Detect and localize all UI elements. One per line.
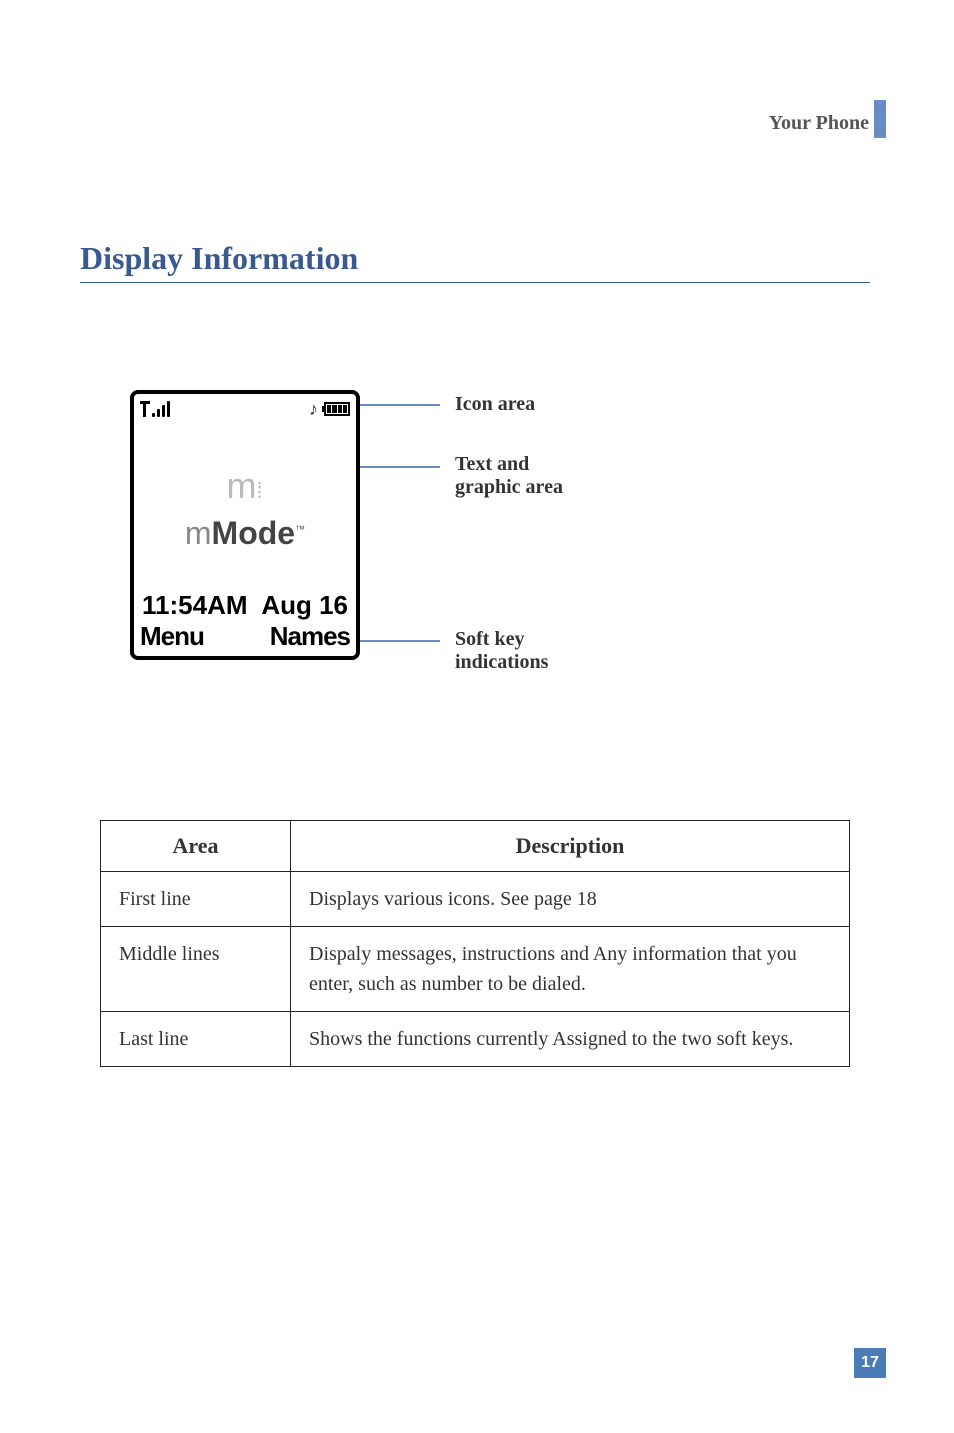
table-cell-area: Middle lines <box>101 927 291 1012</box>
table-header-row: Area Description <box>101 821 850 872</box>
table-row: First line Displays various icons. See p… <box>101 872 850 927</box>
table-row: Last line Shows the functions currently … <box>101 1012 850 1067</box>
table-cell-area: First line <box>101 872 291 927</box>
table-row: Middle lines Dispaly messages, instructi… <box>101 927 850 1012</box>
right-icon-group: ♪ <box>309 399 350 420</box>
icon-area-row: ♪ <box>134 394 356 426</box>
softkey-left-label: Menu <box>140 621 204 652</box>
signal-strength-icon <box>140 401 170 417</box>
section-underline <box>80 282 870 283</box>
softkey-row: Menu Names <box>134 621 356 656</box>
table-cell-desc: Shows the functions currently Assigned t… <box>291 1012 850 1067</box>
callout-line-text-area <box>360 466 440 468</box>
table-cell-desc: Dispaly messages, instructions and Any i… <box>291 927 850 1012</box>
header-accent-bar <box>874 100 886 138</box>
table-header-area: Area <box>101 821 291 872</box>
page-header-label: Your Phone <box>769 112 869 135</box>
softkey-right-label: Names <box>270 621 350 652</box>
clock-time: 11:54AM <box>142 590 248 621</box>
table-cell-area: Last line <box>101 1012 291 1067</box>
callout-label-text-area: Text and graphic area <box>455 453 563 499</box>
callout-line-icon-area <box>360 404 440 406</box>
table-cell-desc: Displays various icons. See page 18 <box>291 872 850 927</box>
operator-logo-text: mMode™ <box>185 515 305 552</box>
phone-screen-mockup: ♪ m⁞ mMode™ 11:54AM Aug 16 Menu Names <box>130 390 360 660</box>
table-header-description: Description <box>291 821 850 872</box>
ringtone-icon: ♪ <box>309 399 318 420</box>
text-graphic-area: m⁞ mMode™ <box>134 426 356 590</box>
section-title: Display Information <box>80 240 358 277</box>
page-number: 17 <box>854 1348 886 1378</box>
operator-logo-small: m⁞ <box>226 465 263 507</box>
callout-label-icon-area: Icon area <box>455 393 535 416</box>
display-areas-table: Area Description First line Displays var… <box>100 820 850 1067</box>
clock-date: Aug 16 <box>261 590 348 621</box>
time-date-row: 11:54AM Aug 16 <box>134 590 356 621</box>
battery-icon <box>324 402 350 416</box>
callout-label-softkey: Soft key indications <box>455 628 548 674</box>
callout-line-softkey <box>360 640 440 642</box>
